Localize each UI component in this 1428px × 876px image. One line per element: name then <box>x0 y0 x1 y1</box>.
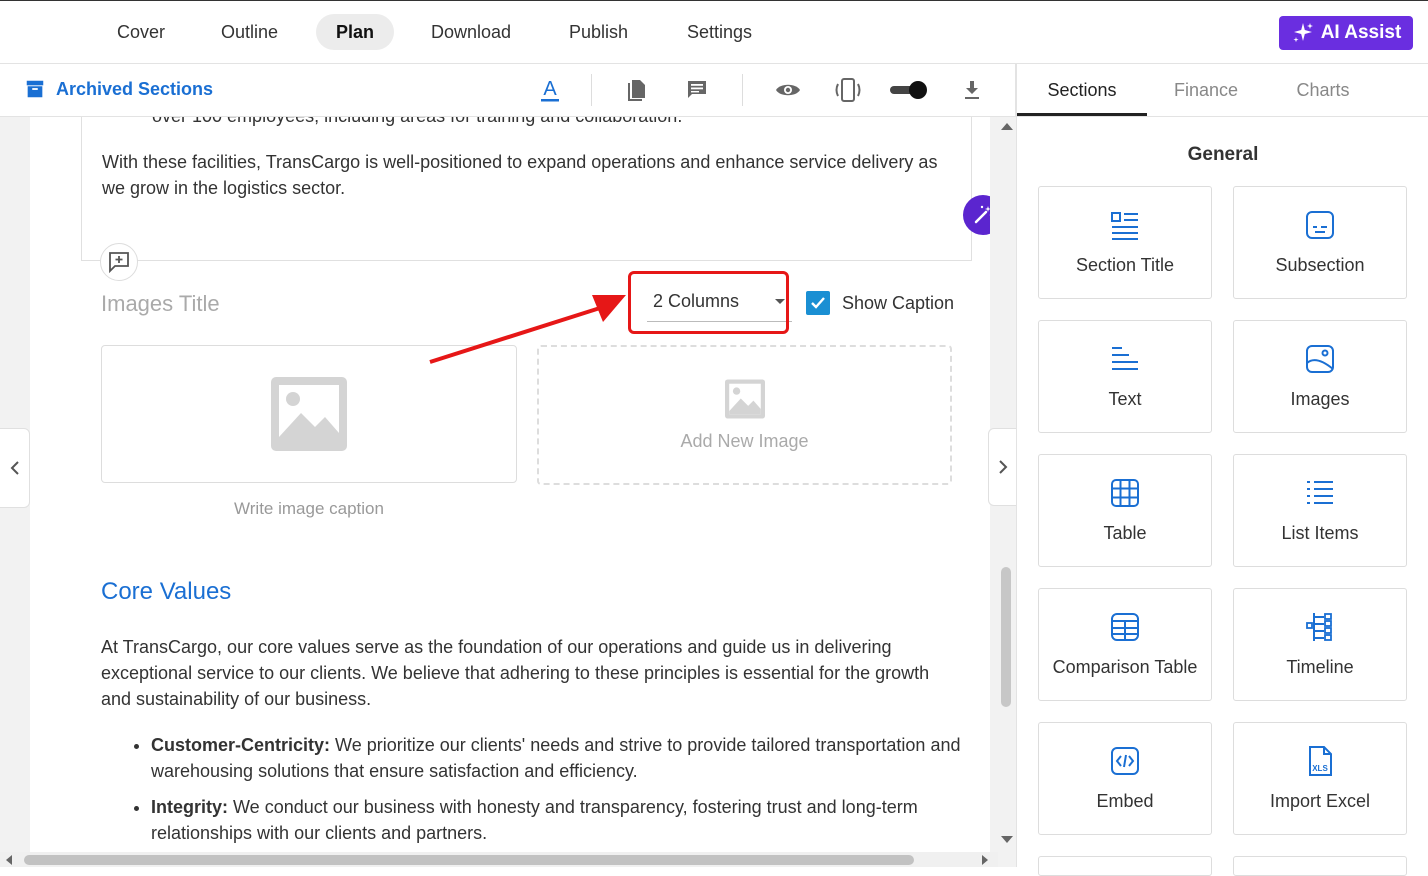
tab-sections[interactable]: Sections <box>1017 64 1147 116</box>
tab-settings[interactable]: Settings <box>667 14 772 50</box>
ai-assist-label: AI Assist <box>1321 22 1402 44</box>
archived-sections-link[interactable]: Archived Sections <box>24 78 213 100</box>
tab-publish[interactable]: Publish <box>549 14 648 50</box>
subsection-icon <box>1304 209 1336 241</box>
tab-outline[interactable]: Outline <box>201 14 298 50</box>
embed-icon <box>1109 745 1141 777</box>
card-import-excel[interactable]: XLS Import Excel <box>1233 722 1407 835</box>
download-icon[interactable] <box>958 76 986 104</box>
svg-text:A: A <box>543 78 557 100</box>
card-label: Import Excel <box>1270 791 1370 812</box>
section-title-icon <box>1109 209 1141 241</box>
text-icon <box>1109 343 1141 375</box>
card-label: Section Title <box>1076 255 1174 276</box>
sparkle-icon <box>1291 21 1315 45</box>
card-label: Embed <box>1096 791 1153 812</box>
ai-assist-button[interactable]: AI Assist <box>1279 16 1413 50</box>
tab-finance[interactable]: Finance <box>1147 64 1265 116</box>
tab-charts[interactable]: Charts <box>1265 64 1381 116</box>
card-text[interactable]: Text <box>1038 320 1212 433</box>
editor-area: over 100 employees, including areas for … <box>0 117 1016 867</box>
card-comparison-table[interactable]: Comparison Table <box>1038 588 1212 701</box>
vertical-scrollbar-thumb[interactable] <box>1001 567 1011 707</box>
top-navigation: Cover Outline Plan Download Publish Sett… <box>0 0 1428 64</box>
eye-icon[interactable] <box>774 76 802 104</box>
timeline-icon <box>1304 611 1336 643</box>
scroll-left-icon[interactable] <box>4 854 14 866</box>
comparison-table-icon <box>1109 611 1141 643</box>
vertical-scrollbar[interactable] <box>998 117 1016 852</box>
red-arrow-annotation <box>0 117 1016 867</box>
text-color-icon[interactable]: A <box>536 76 564 104</box>
image-icon <box>1304 343 1336 375</box>
chevron-left-icon <box>9 460 21 476</box>
device-preview-icon[interactable] <box>834 76 862 104</box>
table-icon <box>1109 477 1141 509</box>
scroll-down-icon[interactable] <box>1000 835 1014 845</box>
card-label: List Items <box>1281 523 1358 544</box>
collapse-left-button[interactable] <box>0 428 30 508</box>
card-subsection[interactable]: Subsection <box>1233 186 1407 299</box>
card-label: Text <box>1108 389 1141 410</box>
card-label: Images <box>1290 389 1349 410</box>
comment-icon[interactable] <box>683 76 711 104</box>
card-timeline[interactable]: Timeline <box>1233 588 1407 701</box>
card-label: Comparison Table <box>1053 657 1198 678</box>
list-icon <box>1304 477 1336 509</box>
tab-download[interactable]: Download <box>411 14 531 50</box>
toolbar-divider <box>591 74 592 106</box>
tab-cover[interactable]: Cover <box>97 14 185 50</box>
document-icon[interactable] <box>623 76 651 104</box>
card-label: Subsection <box>1275 255 1364 276</box>
horizontal-scrollbar-thumb[interactable] <box>24 855 914 865</box>
sections-panel: Sections Finance Charts General Section … <box>1016 64 1428 867</box>
card-more[interactable] <box>1038 856 1212 876</box>
scroll-up-icon[interactable] <box>1000 121 1014 131</box>
archived-sections-label: Archived Sections <box>56 79 213 100</box>
card-table[interactable]: Table <box>1038 454 1212 567</box>
horizontal-scrollbar[interactable] <box>0 852 998 867</box>
card-more[interactable] <box>1233 856 1407 876</box>
card-embed[interactable]: Embed <box>1038 722 1212 835</box>
card-label: Timeline <box>1286 657 1353 678</box>
svg-text:XLS: XLS <box>1312 764 1328 773</box>
tabs-divider <box>1017 116 1428 117</box>
editor-toolbar: Archived Sections A <box>0 64 1016 117</box>
card-section-title[interactable]: Section Title <box>1038 186 1212 299</box>
card-list-items[interactable]: List Items <box>1233 454 1407 567</box>
card-images[interactable]: Images <box>1233 320 1407 433</box>
excel-icon: XLS <box>1304 745 1336 777</box>
tab-plan[interactable]: Plan <box>316 14 394 50</box>
toolbar-divider <box>742 74 743 106</box>
scroll-right-icon[interactable] <box>980 854 990 866</box>
toggle-switch[interactable] <box>888 76 930 104</box>
panel-heading: General <box>1017 144 1428 166</box>
card-label: Table <box>1103 523 1146 544</box>
archive-icon <box>24 78 46 100</box>
